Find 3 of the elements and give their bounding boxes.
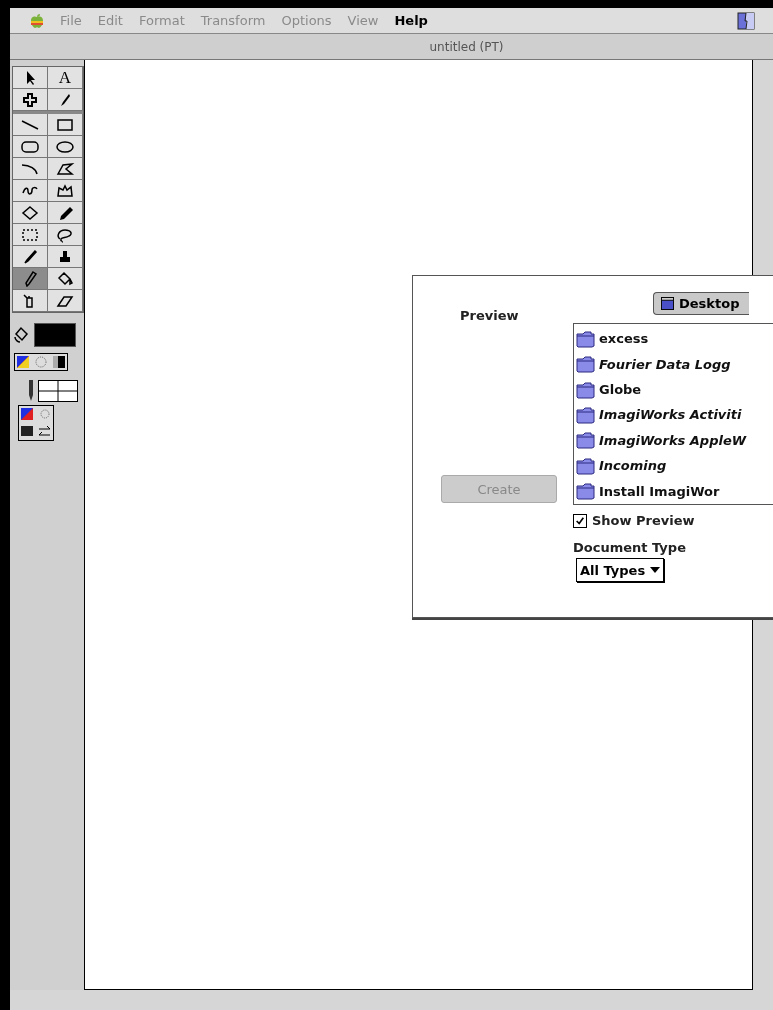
window-title: untitled (PT) [429,39,504,54]
preview-label: Preview [460,308,519,323]
document-type-label: Document Type [573,540,686,555]
